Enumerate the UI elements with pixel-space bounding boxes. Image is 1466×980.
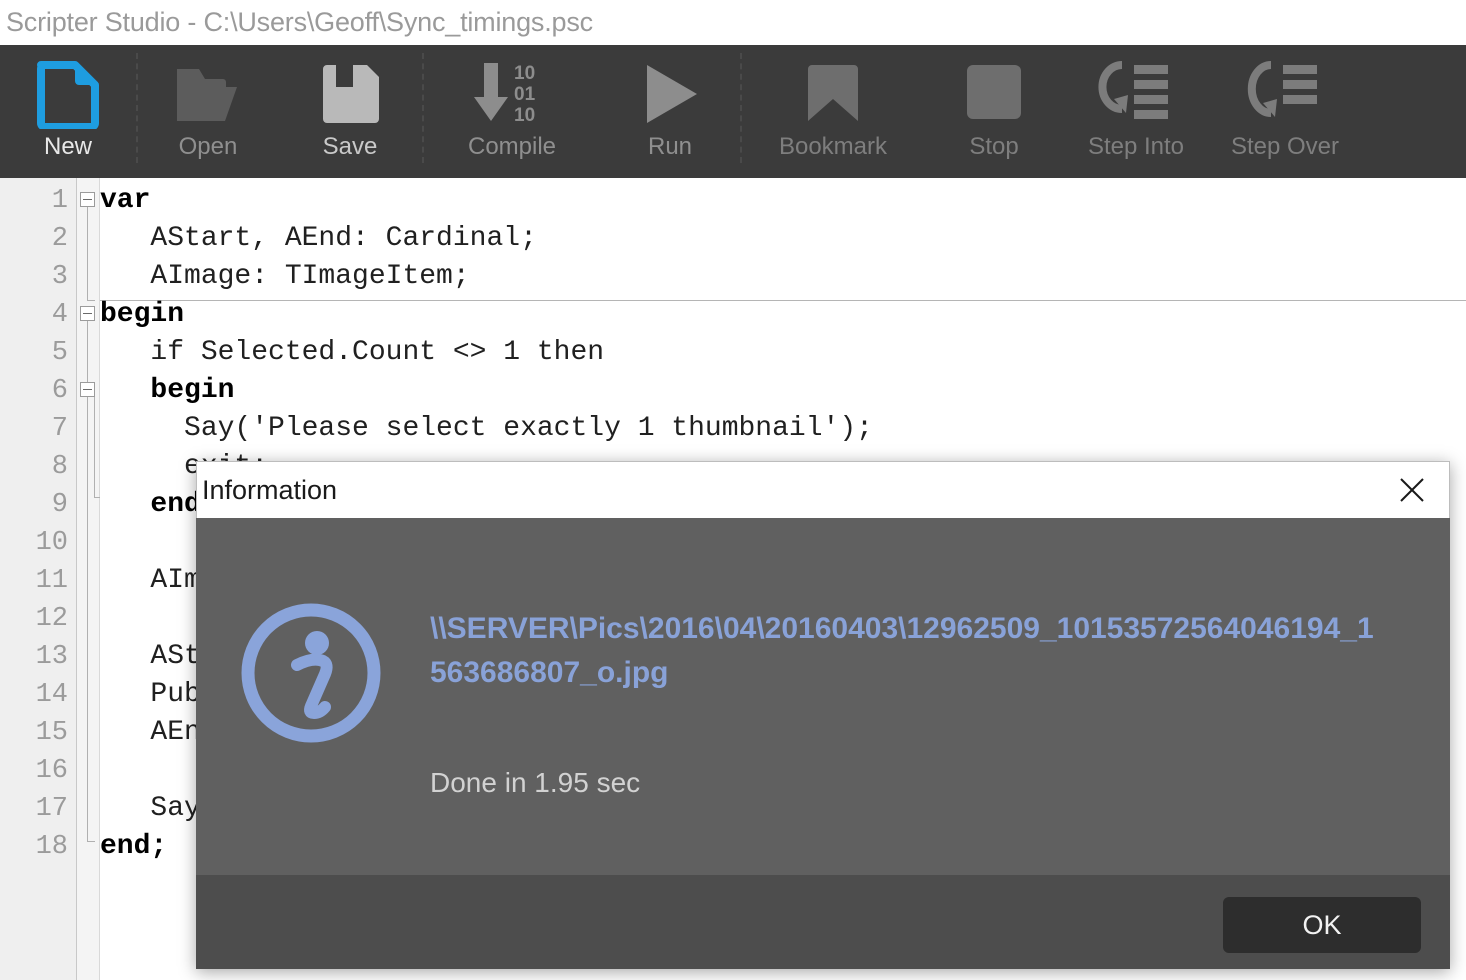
toolbar-label-bookmark: Bookmark <box>778 133 888 160</box>
code-line: begin <box>100 299 185 330</box>
fold-tree-line <box>87 321 88 841</box>
dialog-message-duration: Done in 1.95 sec <box>430 767 641 798</box>
stop-square-icon <box>961 57 1027 131</box>
bookmark-icon <box>800 57 866 131</box>
step-over-icon <box>1247 57 1323 131</box>
toolbar-label-run: Run <box>647 133 693 160</box>
line-number: 11 <box>35 566 68 596</box>
line-number: 16 <box>35 756 68 786</box>
toolbar-button-compile[interactable]: 10 01 10 Compile <box>424 45 600 178</box>
code-line: Say <box>100 793 201 824</box>
fold-tree-elbow <box>87 300 95 301</box>
line-number: 9 <box>51 490 68 520</box>
code-line: AEn <box>100 717 201 748</box>
open-folder-icon <box>173 57 243 131</box>
toolbar-label-compile: Compile <box>467 133 557 160</box>
toolbar-label-save: Save <box>322 133 378 160</box>
app-window: Scripter Studio - C:\Users\Geoff\Sync_ti… <box>0 0 1466 980</box>
line-number: 14 <box>35 680 68 710</box>
line-number: 10 <box>35 528 68 558</box>
play-triangle-icon <box>637 57 703 131</box>
fold-toggle-line-1[interactable] <box>80 192 95 207</box>
toolbar-button-save[interactable]: Save <box>278 45 422 178</box>
code-line: AImage: TImageItem; <box>100 261 470 292</box>
toolbar-button-bookmark[interactable]: Bookmark <box>742 45 924 178</box>
step-into-icon <box>1098 57 1174 131</box>
line-number-gutter: 1 2 3 4 5 6 7 8 9 10 11 12 13 14 15 16 1… <box>0 178 77 980</box>
line-number: 2 <box>51 224 68 254</box>
line-number: 1 <box>51 186 68 216</box>
fold-tree-line <box>87 207 88 300</box>
dialog-footer: OK <box>196 875 1450 969</box>
fold-tree-elbow <box>87 841 95 842</box>
code-line: Say('Please select exactly 1 thumbnail')… <box>100 413 873 444</box>
new-document-icon <box>35 57 101 131</box>
close-icon[interactable] <box>1391 469 1433 511</box>
toolbar-button-step-over[interactable]: Step Over <box>1208 45 1362 178</box>
toolbar-label-open: Open <box>178 133 238 160</box>
dialog-title-bar: Information <box>196 461 1450 518</box>
title-bar: Scripter Studio - C:\Users\Geoff\Sync_ti… <box>0 0 1466 45</box>
toolbar-button-step-into[interactable]: Step Into <box>1064 45 1208 178</box>
toolbar-button-new[interactable]: New <box>0 45 136 178</box>
code-folding-gutter[interactable] <box>77 178 102 980</box>
line-number: 6 <box>51 376 68 406</box>
toolbar-label-new: New <box>43 133 92 160</box>
toolbar-button-open[interactable]: Open <box>138 45 278 178</box>
svg-text:10: 10 <box>514 105 535 126</box>
code-line: end; <box>100 831 168 862</box>
compile-arrow-binary-icon: 10 01 10 <box>462 57 562 131</box>
svg-text:10: 10 <box>514 63 535 84</box>
floppy-disk-icon <box>317 57 383 131</box>
fold-toggle-line-6[interactable] <box>80 382 95 397</box>
line-number: 3 <box>51 262 68 292</box>
svg-text:01: 01 <box>514 84 536 105</box>
code-line: if Selected.Count <> 1 then <box>100 337 605 368</box>
toolbar-button-run[interactable]: Run <box>600 45 740 178</box>
fold-separator-rule <box>100 300 1466 301</box>
code-line: ASt <box>100 641 201 672</box>
code-line: AIm <box>100 565 201 596</box>
fold-tree-line-inner <box>94 397 95 497</box>
toolbar-label-step-over: Step Over <box>1230 133 1340 160</box>
toolbar-label-stop: Stop <box>969 133 1019 160</box>
window-title: Scripter Studio - C:\Users\Geoff\Sync_ti… <box>6 7 593 37</box>
line-number: 13 <box>35 642 68 672</box>
line-number: 15 <box>35 718 68 748</box>
information-dialog: Information \\SERVER\Pics\2016\04\201604… <box>196 461 1450 969</box>
toolbar-label-step-into: Step Into <box>1087 133 1185 160</box>
line-number: 5 <box>51 338 68 368</box>
line-number: 18 <box>35 832 68 862</box>
info-circle-icon <box>237 599 385 747</box>
code-line: AStart, AEnd: Cardinal; <box>100 223 537 254</box>
ok-button[interactable]: OK <box>1223 897 1421 953</box>
fold-toggle-line-4[interactable] <box>80 306 95 321</box>
dialog-body: \\SERVER\Pics\2016\04\20160403\12962509_… <box>196 518 1450 875</box>
code-line: var <box>100 185 151 216</box>
dialog-message-path: \\SERVER\Pics\2016\04\20160403\12962509_… <box>430 612 1374 689</box>
line-number: 7 <box>51 414 68 444</box>
main-toolbar: New Open Save 10 01 10 Compile Run Bookm… <box>0 45 1466 178</box>
line-number: 17 <box>35 794 68 824</box>
code-line: Pub <box>100 679 201 710</box>
line-number: 4 <box>51 300 68 330</box>
toolbar-button-stop[interactable]: Stop <box>924 45 1064 178</box>
line-number: 12 <box>35 604 68 634</box>
dialog-title: Information <box>202 474 338 505</box>
code-line: begin <box>100 375 235 406</box>
line-number: 8 <box>51 452 68 482</box>
